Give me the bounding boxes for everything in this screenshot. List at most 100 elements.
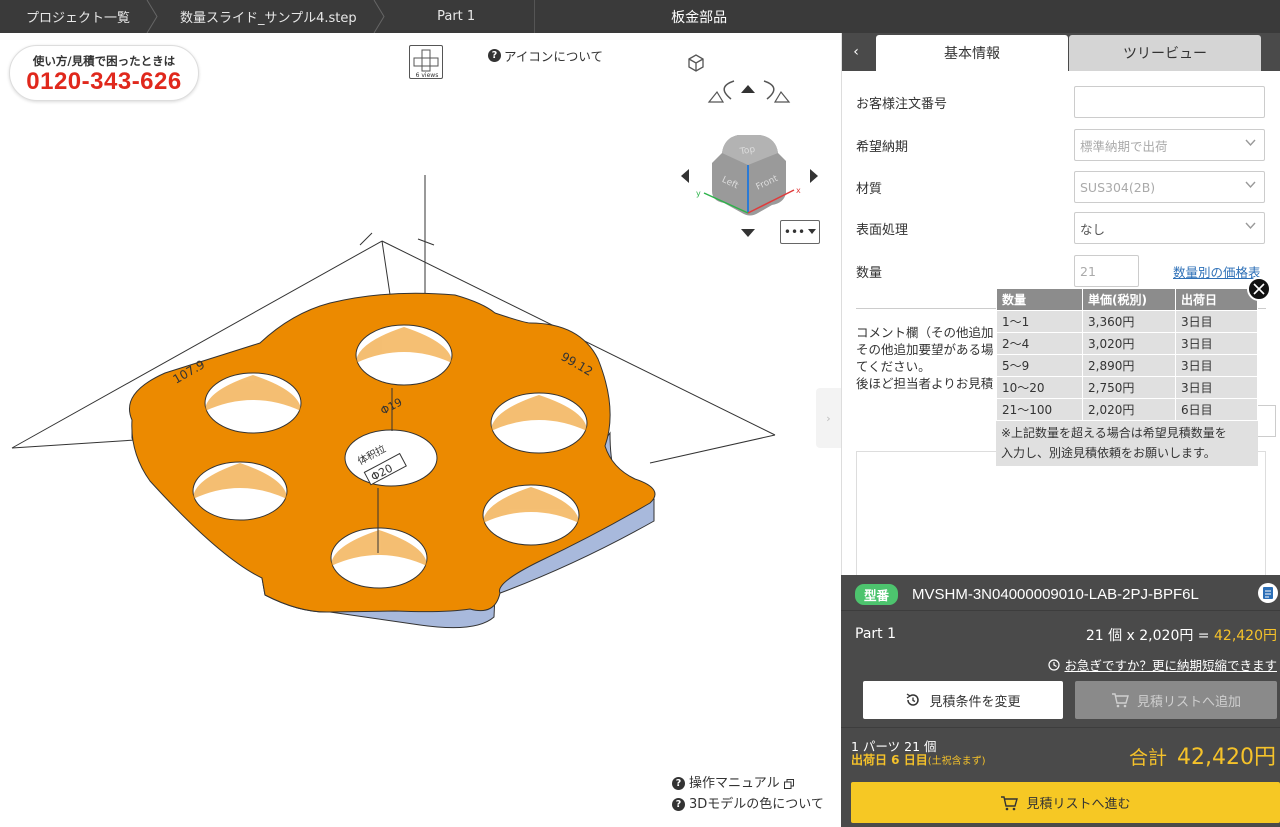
panel-toggle-handle[interactable]: › (816, 388, 841, 448)
grand-total-value: 42,420円 (1177, 745, 1276, 770)
breadcrumb-part-label: Part 1 (437, 9, 476, 24)
help-icon: ? (488, 49, 501, 62)
support-phone-box: 使い方/見積で困ったときは 0120-343-626 (9, 45, 199, 101)
tab-tree-view[interactable]: ツリービュー (1069, 35, 1261, 71)
price-table: 数量 単価(税別) 出荷日 1〜1 3,360円 3日目 2〜4 3,020円 … (996, 288, 1258, 421)
summary-divider (841, 727, 1280, 728)
price-header-ship: 出荷日 (1175, 288, 1258, 311)
chevron-left-icon: ‹ (853, 44, 859, 60)
breadcrumb-projects[interactable]: プロジェクト一覧 (0, 0, 158, 33)
quantity-input[interactable]: 21 (1074, 255, 1139, 287)
table-row: 21〜100 2,020円 6日目 (996, 398, 1258, 421)
close-icon (1253, 283, 1265, 295)
panel-tabs: ‹ 基本情報 ツリービュー (842, 33, 1280, 71)
add-to-quote-list-button[interactable]: 見積リストへ追加 (1075, 681, 1277, 719)
order-no-input[interactable] (1074, 86, 1265, 118)
manual-link[interactable]: ? 操作マニュアル (672, 773, 824, 794)
rush-delivery-link[interactable]: お急ぎですか？更に納期短縮できます (1048, 655, 1277, 674)
icon-help-label: アイコンについて (504, 49, 604, 64)
quote-summary: 型番 MVSHM-3N04000009010-LAB-2PJ-BPF6L Par… (841, 575, 1280, 827)
price-header-qty: 数量 (996, 288, 1083, 311)
change-conditions-label: 見積条件を変更 (929, 694, 1021, 710)
collapse-panel-button[interactable]: ‹ (842, 33, 870, 71)
history-icon (907, 693, 920, 706)
order-no-label: お客様注文番号 (856, 97, 948, 112)
chevron-down-icon (1245, 139, 1256, 147)
part-price-total: 42,420円 (1214, 628, 1277, 644)
rotate-left-icon[interactable] (707, 80, 735, 103)
table-row: 1〜1 3,360円 3日目 (996, 310, 1258, 333)
price-cell: 2,750円 (1082, 376, 1176, 399)
chevron-right-icon: › (826, 411, 831, 425)
comment-textarea[interactable] (856, 451, 1266, 581)
six-views-button[interactable]: 6 views (409, 45, 443, 79)
price-cell: 3日目 (1175, 332, 1258, 355)
delivery-label: 希望納期 (856, 140, 909, 155)
ship-day-note: (土祝含まず) (927, 756, 986, 767)
part-price-formula: 21 個 x 2,020円 = (1085, 628, 1214, 644)
delivery-select[interactable]: 標準納期で出荷 (1074, 129, 1265, 161)
add-to-quote-list-label: 見積リストへ追加 (1136, 694, 1241, 710)
six-views-icon: 6 views (413, 49, 439, 79)
chevron-down-icon (1245, 222, 1256, 230)
viewer-footer-links: ? 操作マニュアル ? 3Dモデルの色について (672, 773, 824, 815)
comment-line: 後ほど担当者よりお見積 (856, 376, 994, 391)
price-cell: 10〜20 (996, 376, 1083, 399)
caret-down-icon (808, 229, 817, 234)
home-view-icon[interactable] (688, 54, 704, 72)
sheet-metal-model[interactable]: 107.9 99.12 Φ19 Φ20 体积拉 (0, 163, 800, 633)
support-phone-label: 使い方/見積で困ったときは (32, 54, 176, 68)
material-label: 材質 (856, 182, 883, 197)
page-title: 板金部品 (533, 0, 864, 33)
breadcrumb-file[interactable]: 数量スライド_サンプル4.step (152, 0, 385, 33)
arrow-right-icon[interactable] (810, 169, 818, 183)
note-line: 入力し、別途見積依頼をお願いします。 (1001, 446, 1216, 460)
model-color-link[interactable]: ? 3Dモデルの色について (672, 794, 824, 815)
proceed-to-quote-list-button[interactable]: 見積リストへ進む (851, 782, 1280, 823)
price-cell: 5〜9 (996, 354, 1083, 377)
price-cell: 1〜1 (996, 310, 1083, 333)
material-select[interactable]: SUS304(2B) (1074, 171, 1265, 203)
comment-instructions: コメント欄（その他追加 その他追加要望がある場 てください。 後ほど担当者よりお… (856, 324, 1006, 392)
comment-line: コメント欄（その他追加 (856, 325, 994, 340)
table-row: 10〜20 2,750円 3日目 (996, 376, 1258, 399)
table-row: 5〜9 2,890円 3日目 (996, 354, 1258, 377)
price-cell: 3,020円 (1082, 332, 1176, 355)
manual-link-label: 操作マニュアル (689, 776, 780, 791)
price-cell: 3,360円 (1082, 310, 1176, 333)
breadcrumb-projects-label: プロジェクト一覧 (26, 11, 131, 26)
six-views-label: 6 views (416, 72, 439, 79)
summary-divider (841, 610, 1280, 611)
price-table-link[interactable]: 数量別の価格表 (1173, 262, 1261, 281)
arrow-up-icon[interactable] (741, 85, 755, 93)
grand-total-label: 合計 (1129, 747, 1168, 769)
proceed-to-quote-list-label: 見積リストへ進む (1026, 797, 1131, 812)
icon-help-link[interactable]: ? アイコンについて (488, 46, 603, 65)
price-cell: 21〜100 (996, 398, 1083, 421)
surface-select[interactable]: なし (1074, 212, 1265, 244)
material-value: SUS304(2B) (1080, 179, 1156, 195)
breadcrumb-file-label: 数量スライド_サンプル4.step (180, 11, 357, 26)
model-badge: 型番 (855, 584, 899, 605)
3d-viewer[interactable]: 使い方/見積で困ったときは 0120-343-626 6 views ? アイコ… (0, 33, 841, 827)
change-conditions-button[interactable]: 見積条件を変更 (863, 681, 1063, 719)
ship-day: 出荷日 6 日目(土祝含まず) (851, 751, 986, 768)
help-icon: ? (672, 777, 685, 790)
external-link-icon (783, 778, 794, 789)
price-cell: 2〜4 (996, 332, 1083, 355)
model-color-link-label: 3Dモデルの色について (689, 797, 824, 812)
tab-basic-info[interactable]: 基本情報 (876, 35, 1068, 71)
close-popup-button[interactable] (1247, 277, 1271, 301)
cart-add-icon (1111, 693, 1129, 708)
model-number: MVSHM-3N04000009010-LAB-2PJ-BPF6L (912, 586, 1199, 603)
chevron-down-icon (1245, 181, 1256, 189)
price-cell: 6日目 (1175, 398, 1258, 421)
price-table-note: ※上記数量を超える場合は希望見積数量を 入力し、別途見積依頼をお願いします。 (996, 421, 1258, 466)
rotate-right-icon[interactable] (763, 80, 791, 103)
comment-line: てください。 (856, 359, 931, 374)
part-name: Part 1 (855, 626, 896, 642)
price-header-unit: 単価(税別) (1082, 288, 1176, 311)
note-line: ※上記数量を超える場合は希望見積数量を (1001, 426, 1227, 440)
document-button[interactable] (1258, 583, 1278, 603)
breadcrumb: プロジェクト一覧 数量スライド_サンプル4.step Part 1 板金部品 (0, 0, 1280, 33)
